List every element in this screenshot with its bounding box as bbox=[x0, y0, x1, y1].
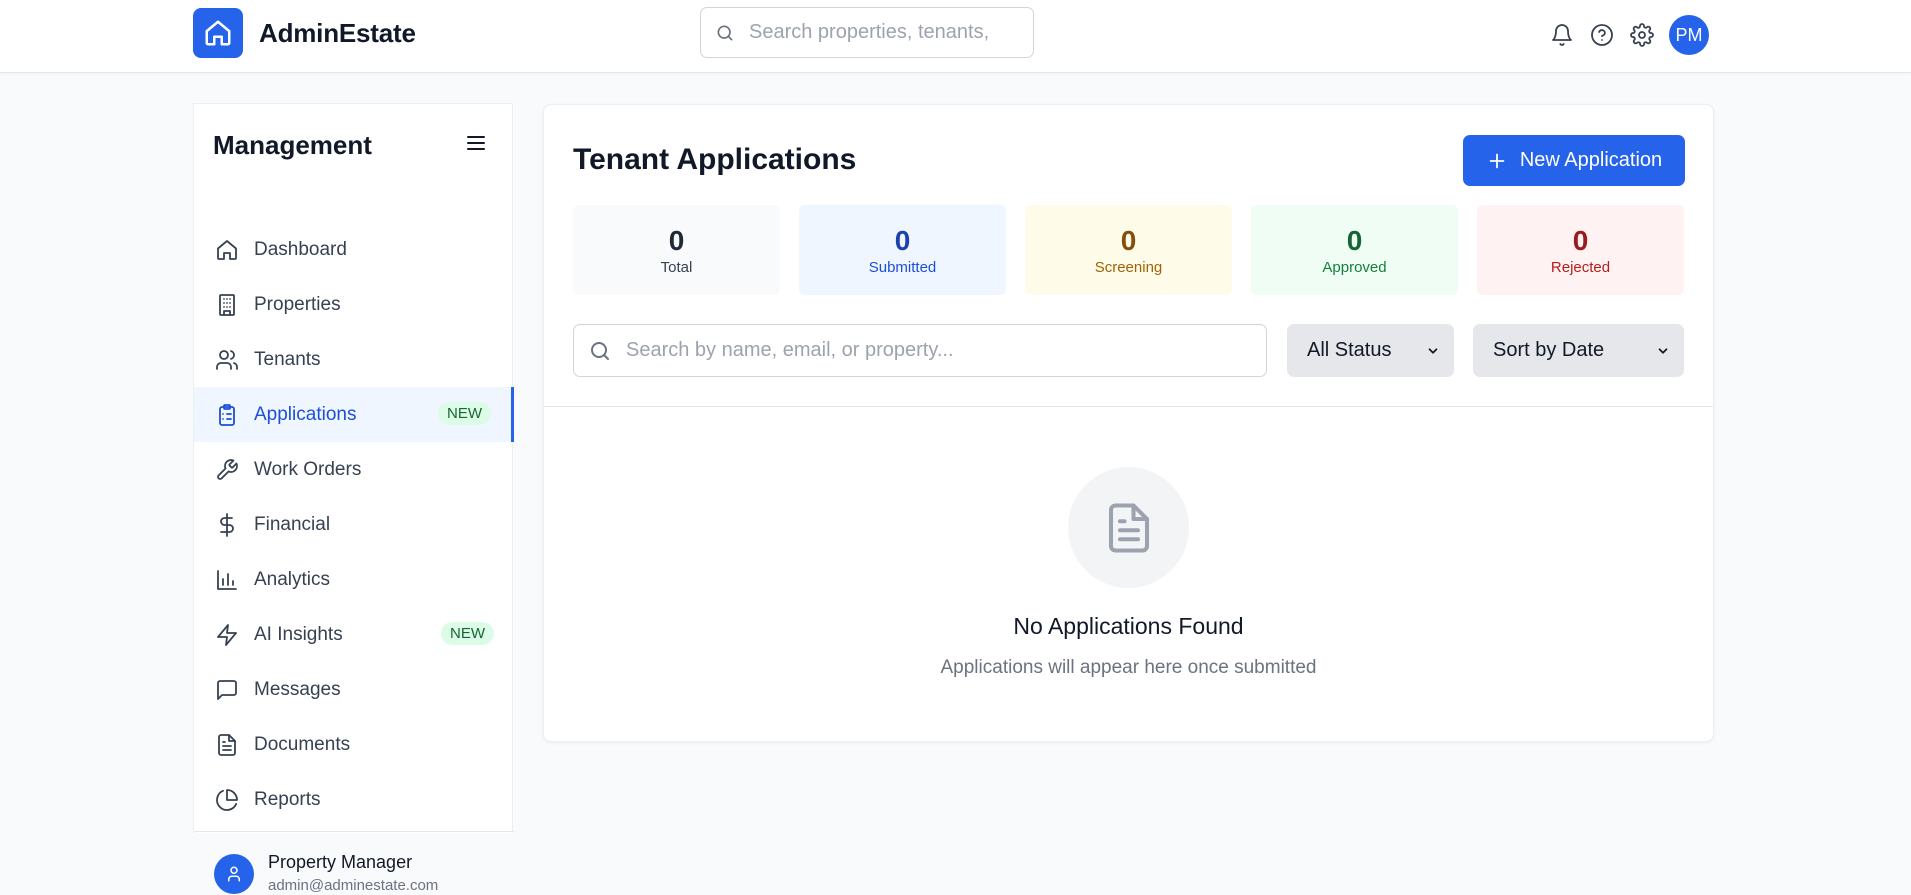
sidebar-item-reports[interactable]: Reports bbox=[194, 772, 514, 827]
stat-label: Total bbox=[660, 258, 693, 276]
sort-select[interactable]: Sort by Date bbox=[1473, 324, 1684, 377]
sidebar-item-applications[interactable]: Applications NEW bbox=[194, 387, 514, 442]
bar-chart-icon bbox=[214, 567, 240, 593]
sidebar-profile[interactable]: Property Manager admin@adminestate.com bbox=[194, 831, 514, 894]
sidebar-item-label: Messages bbox=[254, 678, 341, 700]
profile-email: admin@adminestate.com bbox=[268, 877, 439, 894]
sidebar-item-label: Financial bbox=[254, 513, 331, 535]
stat-value: 0 bbox=[894, 224, 911, 256]
message-icon bbox=[214, 677, 240, 703]
sidebar-nav: Dashboard Properties Tenants Application… bbox=[194, 222, 514, 827]
brand[interactable]: AdminEstate bbox=[193, 8, 416, 58]
stat-label: Submitted bbox=[868, 258, 937, 276]
sidebar-item-label: Analytics bbox=[254, 568, 331, 590]
home-icon bbox=[214, 237, 240, 263]
sidebar-item-label: Documents bbox=[254, 733, 351, 755]
gear-icon[interactable] bbox=[1629, 22, 1655, 48]
new-badge: NEW bbox=[441, 622, 494, 645]
user-icon bbox=[214, 854, 254, 894]
hamburger-menu-icon[interactable] bbox=[464, 131, 488, 155]
bell-icon[interactable] bbox=[1549, 22, 1575, 48]
sidebar-item-analytics[interactable]: Analytics bbox=[194, 552, 514, 607]
divider bbox=[544, 406, 1713, 407]
document-icon bbox=[214, 732, 240, 758]
help-icon[interactable] bbox=[1589, 22, 1615, 48]
wrench-icon bbox=[214, 457, 240, 483]
application-search-input[interactable] bbox=[626, 339, 1246, 362]
document-icon bbox=[1102, 501, 1156, 555]
stat-submitted: 0 Submitted bbox=[799, 205, 1006, 295]
sidebar: Management Dashboard Properties Tenants bbox=[193, 103, 514, 894]
sidebar-item-label: Reports bbox=[254, 788, 321, 810]
sidebar-item-financial[interactable]: Financial bbox=[194, 497, 514, 552]
profile-name: Property Manager bbox=[268, 852, 413, 872]
pie-chart-icon bbox=[214, 787, 240, 813]
header-actions: PM bbox=[1549, 15, 1709, 55]
new-application-button[interactable]: New Application bbox=[1463, 135, 1685, 186]
user-avatar[interactable]: PM bbox=[1669, 15, 1709, 55]
stat-label: Rejected bbox=[1550, 258, 1611, 276]
sidebar-item-label: Dashboard bbox=[254, 238, 347, 260]
sidebar-item-label: Applications bbox=[254, 403, 357, 425]
chevron-down-icon bbox=[1656, 344, 1670, 358]
status-filter-value: All Status bbox=[1307, 339, 1392, 361]
sidebar-item-work-orders[interactable]: Work Orders bbox=[194, 442, 514, 497]
stat-value: 0 bbox=[1120, 224, 1137, 256]
sidebar-item-tenants[interactable]: Tenants bbox=[194, 332, 514, 387]
sidebar-item-properties[interactable]: Properties bbox=[194, 277, 514, 332]
stat-label: Approved bbox=[1322, 258, 1387, 276]
sidebar-item-label: Work Orders bbox=[254, 458, 362, 480]
global-search-box[interactable] bbox=[700, 7, 1034, 58]
stat-label: Screening bbox=[1094, 258, 1163, 276]
sidebar-item-messages[interactable]: Messages bbox=[194, 662, 514, 717]
users-icon bbox=[214, 347, 240, 373]
new-badge: NEW bbox=[438, 402, 491, 425]
dollar-icon bbox=[214, 512, 240, 538]
home-logo-icon bbox=[193, 8, 243, 58]
stat-rejected: 0 Rejected bbox=[1477, 205, 1684, 295]
sidebar-item-label: Tenants bbox=[254, 348, 321, 370]
search-icon bbox=[588, 339, 612, 363]
top-header: AdminEstate PM bbox=[0, 0, 1911, 73]
clipboard-icon bbox=[214, 402, 240, 428]
sidebar-item-documents[interactable]: Documents bbox=[194, 717, 514, 772]
stat-value: 0 bbox=[1572, 224, 1589, 256]
sidebar-title: Management bbox=[213, 130, 372, 160]
search-icon bbox=[715, 23, 735, 43]
chevron-down-icon bbox=[1426, 344, 1440, 358]
stat-approved: 0 Approved bbox=[1251, 205, 1458, 295]
status-filter-select[interactable]: All Status bbox=[1287, 324, 1454, 377]
empty-state-title: No Applications Found bbox=[1013, 613, 1244, 639]
plus-icon bbox=[1486, 150, 1508, 172]
global-search-input[interactable] bbox=[749, 21, 1019, 44]
application-search-box[interactable] bbox=[573, 324, 1267, 377]
building-icon bbox=[214, 292, 240, 318]
empty-state-subtitle: Applications will appear here once submi… bbox=[940, 657, 1317, 678]
stats-row: 0 Total 0 Submitted 0 Screening 0 Approv… bbox=[573, 205, 1684, 295]
stat-total: 0 Total bbox=[573, 205, 780, 295]
sort-value: Sort by Date bbox=[1493, 339, 1605, 361]
page-title: Tenant Applications bbox=[573, 143, 857, 176]
stat-screening: 0 Screening bbox=[1025, 205, 1232, 295]
stat-value: 0 bbox=[668, 224, 685, 256]
lightning-icon bbox=[214, 622, 240, 648]
applications-panel: Tenant Applications New Application 0 To… bbox=[543, 104, 1714, 742]
sidebar-item-dashboard[interactable]: Dashboard bbox=[194, 222, 514, 277]
brand-name: AdminEstate bbox=[259, 17, 416, 48]
stat-value: 0 bbox=[1346, 224, 1363, 256]
sidebar-item-label: Properties bbox=[254, 293, 341, 315]
sidebar-item-ai-insights[interactable]: AI Insights NEW bbox=[194, 607, 514, 662]
empty-state-icon bbox=[1068, 467, 1189, 588]
sidebar-item-label: AI Insights bbox=[254, 623, 343, 645]
new-application-label: New Application bbox=[1519, 149, 1663, 171]
